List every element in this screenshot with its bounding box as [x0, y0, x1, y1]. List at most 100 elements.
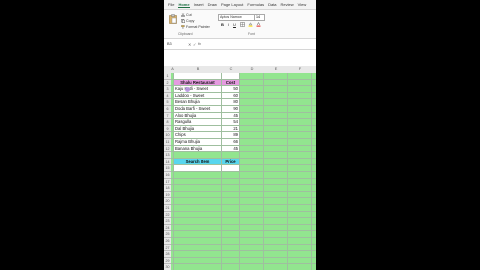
- cell-e14[interactable]: [264, 158, 288, 166]
- cell-f8[interactable]: [288, 119, 312, 126]
- row-header-24[interactable]: 24: [164, 224, 171, 232]
- cell-c10[interactable]: 89: [222, 132, 240, 139]
- cell-d9[interactable]: [240, 125, 264, 133]
- row-header-10[interactable]: 10: [164, 132, 171, 139]
- cell-f22[interactable]: [288, 211, 312, 219]
- cell-c28[interactable]: [222, 251, 240, 258]
- cell-g6[interactable]: [312, 106, 316, 113]
- cell-g19[interactable]: [312, 191, 316, 199]
- cell-b30[interactable]: [174, 264, 222, 270]
- cell-c14[interactable]: Price: [222, 158, 240, 166]
- cell-d1[interactable]: [240, 73, 264, 80]
- row-header-26[interactable]: 26: [164, 238, 171, 245]
- cell-f18[interactable]: [288, 185, 312, 192]
- cell-g10[interactable]: [312, 132, 316, 139]
- cell-g8[interactable]: [312, 119, 316, 126]
- row-header-20[interactable]: 20: [164, 198, 171, 205]
- row-header-4[interactable]: 4: [164, 92, 171, 100]
- cell-b17[interactable]: [174, 178, 222, 186]
- format-painter-icon[interactable]: [181, 25, 185, 29]
- cell-d11[interactable]: [240, 139, 264, 146]
- cell-b11[interactable]: Rajma Bhujia: [174, 139, 222, 146]
- cell-b8[interactable]: Rasgulla: [174, 119, 222, 126]
- tab-insert[interactable]: Insert: [194, 2, 204, 7]
- cell-e2[interactable]: [264, 79, 288, 87]
- cell-g28[interactable]: [312, 251, 316, 258]
- cell-d2[interactable]: [240, 79, 264, 87]
- cell-d6[interactable]: [240, 106, 264, 113]
- tab-data[interactable]: Data: [268, 2, 276, 7]
- cell-f25[interactable]: [288, 231, 312, 238]
- name-box[interactable]: B3: [167, 42, 185, 47]
- row-header-30[interactable]: 30: [164, 264, 171, 270]
- cell-b25[interactable]: [174, 231, 222, 238]
- tab-draw[interactable]: Draw: [208, 2, 217, 7]
- cell-c27[interactable]: [222, 244, 240, 252]
- cell-d3[interactable]: [240, 86, 264, 93]
- cell-f10[interactable]: [288, 132, 312, 139]
- cell-c18[interactable]: [222, 185, 240, 192]
- cell-c25[interactable]: [222, 231, 240, 238]
- copy-button[interactable]: Copy: [186, 19, 194, 23]
- cell-d17[interactable]: [240, 178, 264, 186]
- row-header-8[interactable]: 8: [164, 119, 171, 126]
- cell-c17[interactable]: [222, 178, 240, 186]
- cell-g9[interactable]: [312, 125, 316, 133]
- cell-b19[interactable]: [174, 191, 222, 199]
- row-header-29[interactable]: 29: [164, 257, 171, 265]
- cell-e13[interactable]: [264, 152, 288, 159]
- cell-e27[interactable]: [264, 244, 288, 252]
- italic-button[interactable]: I: [226, 22, 231, 27]
- cell-d13[interactable]: [240, 152, 264, 159]
- spreadsheet-grid[interactable]: ABCDEFG12Shalu RestaurantCost3Kaju Katli…: [164, 66, 316, 270]
- cell-g18[interactable]: [312, 185, 316, 192]
- cell-f14[interactable]: [288, 158, 312, 166]
- cell-g11[interactable]: [312, 139, 316, 146]
- row-header-2[interactable]: 2: [164, 79, 171, 87]
- cell-c20[interactable]: [222, 198, 240, 205]
- tab-formulas[interactable]: Formulas: [247, 2, 264, 7]
- cell-b14[interactable]: Search Item: [174, 158, 222, 166]
- row-header-11[interactable]: 11: [164, 139, 171, 146]
- row-header-28[interactable]: 28: [164, 251, 171, 258]
- cell-c16[interactable]: [222, 172, 240, 179]
- cell-f29[interactable]: [288, 257, 312, 265]
- cell-b24[interactable]: [174, 224, 222, 232]
- cell-g25[interactable]: [312, 231, 316, 238]
- cell-b9[interactable]: Dal Bhujia: [174, 125, 222, 133]
- row-header-15[interactable]: 15: [164, 165, 171, 172]
- row-header-23[interactable]: 23: [164, 218, 171, 225]
- cell-b6[interactable]: Doda Barfi - Sweet: [174, 106, 222, 113]
- cell-c3[interactable]: 50: [222, 86, 240, 93]
- cell-d14[interactable]: [240, 158, 264, 166]
- cell-d12[interactable]: [240, 145, 264, 153]
- cell-e18[interactable]: [264, 185, 288, 192]
- cell-e4[interactable]: [264, 92, 288, 100]
- cell-g16[interactable]: [312, 172, 316, 179]
- cell-e25[interactable]: [264, 231, 288, 238]
- cell-c4[interactable]: 60: [222, 92, 240, 100]
- row-header-5[interactable]: 5: [164, 99, 171, 106]
- row-header-6[interactable]: 6: [164, 106, 171, 113]
- cell-c22[interactable]: [222, 211, 240, 219]
- cell-c19[interactable]: [222, 191, 240, 199]
- cell-g30[interactable]: [312, 264, 316, 270]
- cell-c24[interactable]: [222, 224, 240, 232]
- cell-c9[interactable]: 21: [222, 125, 240, 133]
- cell-f13[interactable]: [288, 152, 312, 159]
- cancel-icon[interactable]: ✕: [188, 42, 191, 47]
- cell-b12[interactable]: Banana Bhujia: [174, 145, 222, 153]
- cell-e22[interactable]: [264, 211, 288, 219]
- cell-c11[interactable]: 66: [222, 139, 240, 146]
- row-header-3[interactable]: 3: [164, 86, 171, 93]
- cell-g14[interactable]: [312, 158, 316, 166]
- cell-b7[interactable]: Aloo Bhujia: [174, 112, 222, 120]
- cell-d7[interactable]: [240, 112, 264, 120]
- copy-icon[interactable]: [181, 19, 185, 23]
- cell-f26[interactable]: [288, 238, 312, 245]
- cell-f1[interactable]: [288, 73, 312, 80]
- cell-f24[interactable]: [288, 224, 312, 232]
- cell-c5[interactable]: 80: [222, 99, 240, 106]
- cell-d19[interactable]: [240, 191, 264, 199]
- cell-f6[interactable]: [288, 106, 312, 113]
